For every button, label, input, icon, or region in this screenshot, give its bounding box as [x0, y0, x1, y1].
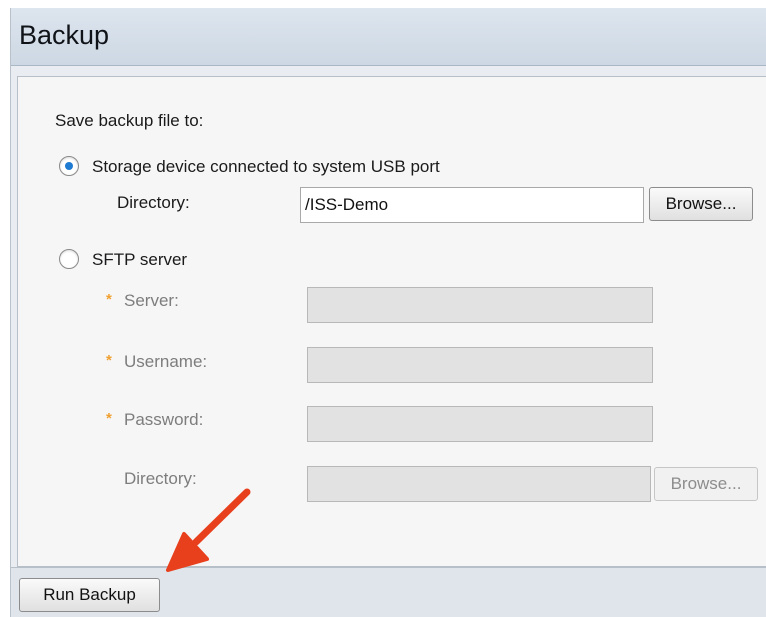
server-label: Server: [124, 291, 179, 310]
backup-form-panel: Save backup file to: Storage device conn… [17, 76, 766, 567]
server-input[interactable] [307, 287, 653, 323]
username-input[interactable] [307, 347, 653, 383]
password-input[interactable] [307, 406, 653, 442]
username-required-marker: * [106, 352, 112, 369]
title-bar: Backup [11, 8, 766, 66]
server-required-marker: * [106, 291, 112, 308]
usb-storage-label: Storage device connected to system USB p… [92, 157, 440, 176]
page-title: Backup [19, 20, 110, 50]
usb-storage-radio[interactable] [59, 156, 79, 176]
backup-window: Backup Save backup file to: Storage devi… [10, 8, 766, 617]
password-required-marker: * [106, 410, 112, 427]
usb-browse-button[interactable]: Browse... [649, 187, 753, 221]
sftp-browse-button[interactable]: Browse... [654, 467, 758, 501]
usb-directory-label: Directory: [117, 193, 190, 212]
sftp-server-radio[interactable] [59, 249, 79, 269]
save-to-label: Save backup file to: [55, 111, 204, 130]
sftp-server-label: SFTP server [92, 250, 188, 269]
password-label: Password: [124, 410, 204, 429]
username-label: Username: [124, 352, 208, 371]
usb-directory-input[interactable]: /ISS-Demo [300, 187, 644, 223]
footer-bar: Run Backup [11, 567, 766, 617]
run-backup-button[interactable]: Run Backup [19, 578, 160, 612]
sftp-directory-input[interactable] [307, 466, 651, 502]
sftp-directory-label: Directory: [124, 469, 197, 488]
